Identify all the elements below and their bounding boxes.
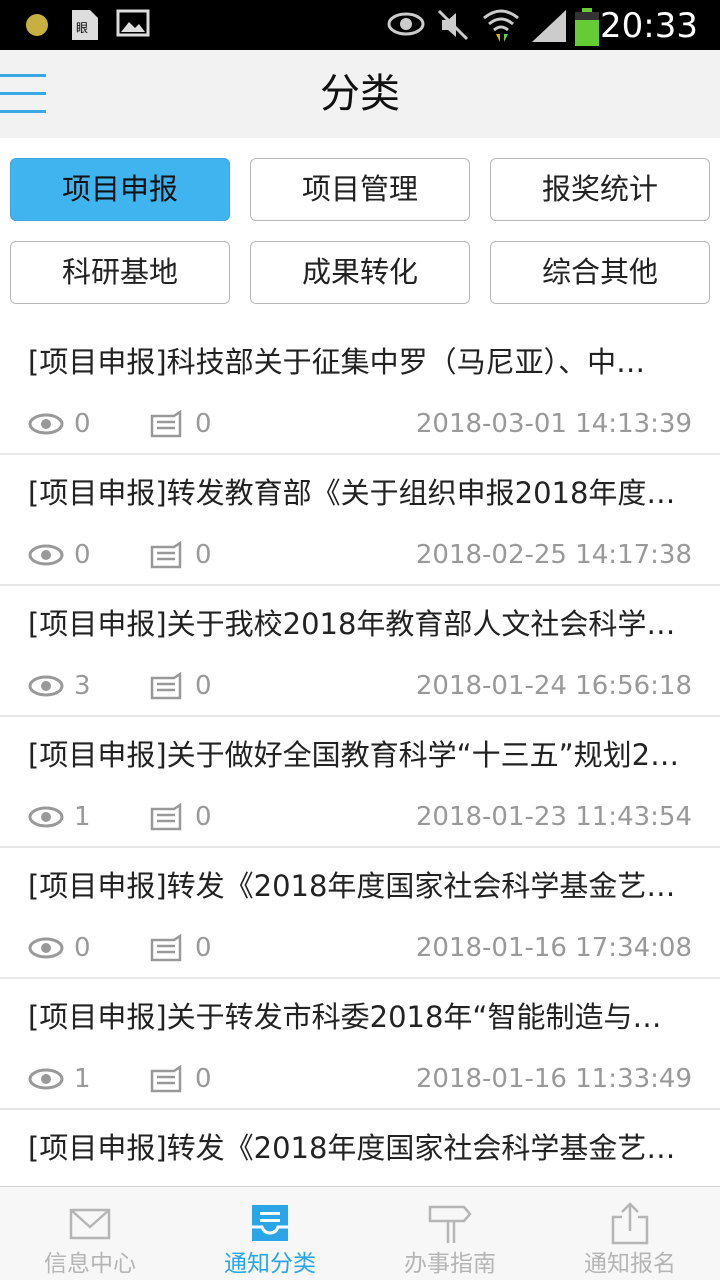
notice-title: [项目申报]转发《2018年度国家社会科学基金艺… [28, 869, 676, 903]
notice-list: [项目申报]科技部关于征集中罗（马尼亚）、中… 0 0 2018-03-01 1… [0, 324, 720, 1186]
bottom-tab-bar: 信息中心 通知分类 办事指南 通知报名 [0, 1186, 720, 1280]
notification-dot-icon [26, 14, 48, 36]
envelope-icon [69, 1208, 111, 1240]
tab-label: 办事指南 [404, 1251, 496, 1277]
wifi-icon [483, 9, 519, 42]
view-count: 1 [74, 802, 91, 832]
battery-icon [575, 8, 599, 46]
tab-label: 通知分类 [224, 1251, 316, 1277]
comment-count: 0 [195, 1064, 212, 1094]
category-filter-grid: 项目申报 项目管理 报奖统计 科研基地 成果转化 综合其他 [0, 138, 720, 324]
notice-title: [项目申报]关于做好全国教育科学“十三五”规划2… [28, 738, 680, 772]
notice-title: [项目申报]关于我校2018年教育部人文社会科学… [28, 607, 676, 641]
notice-date: 2018-01-24 16:56:18 [415, 671, 692, 701]
category-button-achievement-transfer[interactable]: 成果转化 [250, 241, 470, 304]
category-button-project-application[interactable]: 项目申报 [10, 158, 230, 221]
notice-meta: 0 0 2018-01-16 17:34:08 [28, 928, 692, 968]
view-count: 0 [74, 933, 91, 963]
list-item[interactable]: [项目申报]转发教育部《关于组织申报2018年度… 0 0 2018-02-25… [0, 455, 720, 586]
list-item[interactable]: [项目申报]关于转发市科委2018年“智能制造与机… 1 0 2018-01-1… [0, 979, 720, 1110]
inbox-tray-icon [252, 1205, 288, 1241]
notice-meta: 1 0 2018-01-23 11:43:54 [28, 797, 692, 837]
list-item[interactable]: [项目申报]关于我校2018年教育部人文社会科学… 3 0 2018-01-24… [0, 586, 720, 717]
view-count: 3 [74, 671, 91, 701]
comment-icon [150, 934, 182, 962]
signal-icon [532, 10, 566, 42]
notice-meta: 0 0 2018-03-01 14:13:39 [28, 404, 692, 444]
list-item[interactable]: [项目申报]转发《2018年度国家社会科学基金艺… [0, 1110, 720, 1186]
view-count: 0 [74, 540, 91, 570]
comment-icon [150, 803, 182, 831]
notice-title: [项目申报]关于转发市科委2018年“智能制造与机… [28, 1000, 688, 1034]
notice-title: [项目申报]科技部关于征集中罗（马尼亚）、中… [28, 345, 646, 379]
comment-count: 0 [195, 933, 212, 963]
upload-share-icon [611, 1202, 649, 1245]
comment-icon [150, 541, 182, 569]
view-count: 0 [74, 409, 91, 439]
tab-service-guide[interactable]: 办事指南 [360, 1187, 540, 1280]
page-title: 分类 [320, 71, 400, 117]
notice-date: 2018-03-01 14:13:39 [415, 409, 692, 439]
notice-meta: 1 0 2018-01-16 11:33:49 [28, 1059, 692, 1099]
comment-icon [150, 410, 182, 438]
eye-icon [28, 544, 64, 566]
eye-icon [28, 937, 64, 959]
signpost-icon [428, 1205, 472, 1243]
image-icon [116, 9, 150, 37]
notice-meta: 3 0 2018-01-24 16:56:18 [28, 666, 692, 706]
comment-count: 0 [195, 409, 212, 439]
eye-icon [387, 12, 425, 36]
mute-icon [437, 9, 469, 41]
category-button-other[interactable]: 综合其他 [490, 241, 710, 304]
notice-date: 2018-01-16 11:33:49 [415, 1064, 692, 1094]
tab-label: 通知报名 [584, 1251, 676, 1277]
svg-text:眼: 眼 [76, 21, 88, 35]
tab-info-center[interactable]: 信息中心 [0, 1187, 180, 1280]
category-button-project-management[interactable]: 项目管理 [250, 158, 470, 221]
sim-card-icon: 眼 [72, 10, 98, 40]
comment-count: 0 [195, 671, 212, 701]
status-time: 20:33 [600, 6, 698, 46]
status-bar: 眼 20:33 [0, 0, 720, 50]
category-button-research-base[interactable]: 科研基地 [10, 241, 230, 304]
list-item[interactable]: [项目申报]科技部关于征集中罗（马尼亚）、中… 0 0 2018-03-01 1… [0, 324, 720, 455]
eye-icon [28, 1068, 64, 1090]
notice-date: 2018-02-25 14:17:38 [415, 540, 692, 570]
comment-icon [150, 672, 182, 700]
eye-icon [28, 413, 64, 435]
list-item[interactable]: [项目申报]关于做好全国教育科学“十三五”规划2… 1 0 2018-01-23… [0, 717, 720, 848]
app-header: 分类 [0, 50, 720, 138]
category-button-award-statistics[interactable]: 报奖统计 [490, 158, 710, 221]
notice-title: [项目申报]转发《2018年度国家社会科学基金艺… [28, 1131, 676, 1165]
notice-title: [项目申报]转发教育部《关于组织申报2018年度… [28, 476, 676, 510]
comment-count: 0 [195, 540, 212, 570]
tab-notice-category[interactable]: 通知分类 [180, 1187, 360, 1280]
comment-icon [150, 1065, 182, 1093]
comment-count: 0 [195, 802, 212, 832]
notice-date: 2018-01-16 17:34:08 [415, 933, 692, 963]
view-count: 1 [74, 1064, 91, 1094]
notice-date: 2018-01-23 11:43:54 [415, 802, 692, 832]
list-item[interactable]: [项目申报]转发《2018年度国家社会科学基金艺… 0 0 2018-01-16… [0, 848, 720, 979]
eye-icon [28, 675, 64, 697]
eye-icon [28, 806, 64, 828]
notice-meta: 0 0 2018-02-25 14:17:38 [28, 535, 692, 575]
tab-label: 信息中心 [44, 1251, 136, 1277]
tab-notice-signup[interactable]: 通知报名 [540, 1187, 720, 1280]
